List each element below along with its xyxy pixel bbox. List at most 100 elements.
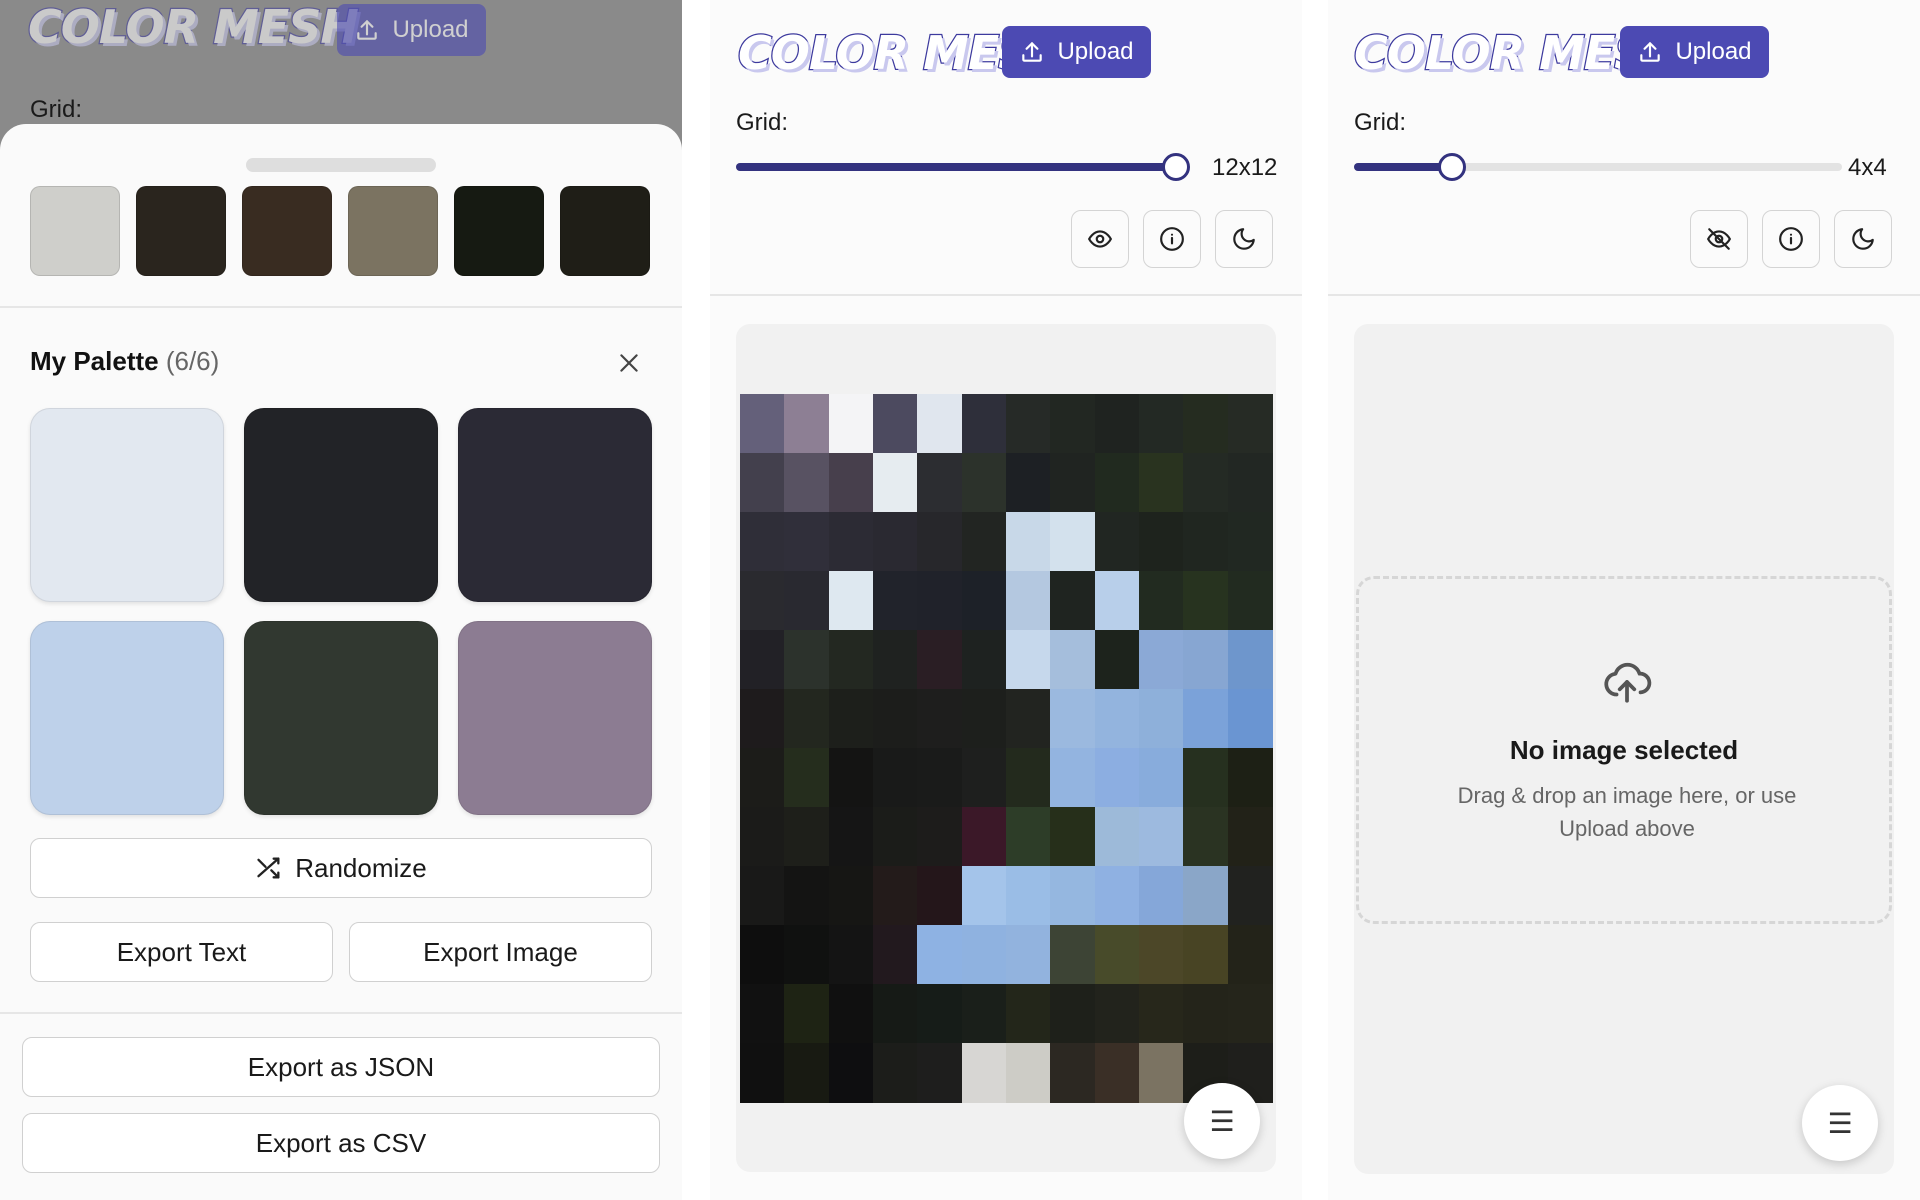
mosaic-cell	[1050, 1043, 1096, 1103]
mosaic-cell	[1006, 453, 1051, 513]
mosaic-cell	[828, 807, 874, 867]
mosaic-cell	[784, 866, 830, 926]
divider	[0, 1012, 682, 1014]
moon-icon	[1233, 228, 1255, 250]
upload-icon	[1022, 42, 1043, 62]
mosaic-cell	[917, 807, 963, 867]
randomize-button[interactable]: Randomize	[30, 838, 652, 898]
export-json-button[interactable]: Export as JSON	[22, 1037, 660, 1097]
mosaic-cell	[873, 571, 918, 631]
mosaic-cell	[1227, 630, 1273, 690]
mosaic-cell	[1183, 807, 1229, 867]
slider-fill	[1354, 163, 1452, 171]
mosaic-cell	[1139, 630, 1184, 690]
slider-fill	[736, 163, 1186, 171]
mosaic-cell	[873, 866, 918, 926]
mosaic-cell	[961, 1043, 1007, 1103]
toggle-visibility-button[interactable]	[1071, 210, 1129, 268]
extracted-swatch[interactable]	[30, 186, 120, 276]
extracted-swatch[interactable]	[348, 186, 438, 276]
slider-thumb[interactable]	[1162, 153, 1190, 181]
info-button[interactable]	[1143, 210, 1201, 268]
mosaic-cell	[1183, 512, 1229, 572]
toggle-visibility-button[interactable]	[1690, 210, 1748, 268]
palette-swatch[interactable]	[30, 621, 224, 815]
close-icon[interactable]	[616, 350, 642, 376]
export-csv-label: Export as CSV	[255, 1127, 427, 1158]
mosaic-cell	[961, 748, 1007, 808]
export-json-label: Export as JSON	[247, 1051, 435, 1082]
export-text-button[interactable]: Export Text	[30, 922, 333, 982]
mosaic-cell	[1227, 807, 1273, 867]
mosaic-cell	[873, 630, 918, 690]
palette-swatch[interactable]	[30, 408, 224, 602]
palette-swatch[interactable]	[244, 408, 438, 602]
mosaic-cell	[1050, 394, 1096, 454]
mosaic-cell	[784, 394, 830, 454]
mosaic-panel: COLOR MESH Upload Grid: 12x12 ☰	[710, 0, 1302, 1200]
mosaic-cell	[828, 984, 874, 1044]
mosaic-cell	[1183, 925, 1229, 985]
menu-fab[interactable]: ☰	[1184, 1083, 1260, 1159]
upload-button[interactable]: Upload	[1002, 26, 1151, 78]
palette-swatch[interactable]	[458, 621, 652, 815]
mosaic-cell	[828, 1043, 874, 1103]
mosaic-cell	[784, 984, 830, 1044]
export-text-label: Export Text	[116, 936, 247, 967]
eye-icon	[1087, 230, 1113, 248]
palette-swatch[interactable]	[458, 408, 652, 602]
mosaic-cell	[1094, 807, 1140, 867]
mosaic-cell	[1006, 394, 1051, 454]
mosaic-cell	[1139, 453, 1184, 513]
export-csv-button[interactable]: Export as CSV	[22, 1113, 660, 1173]
mosaic-cell	[784, 1043, 830, 1103]
mosaic-cell	[828, 866, 874, 926]
mosaic-cell	[917, 984, 963, 1044]
mosaic-cell	[828, 630, 874, 690]
mosaic-cell	[740, 689, 785, 749]
mosaic-cell	[917, 453, 963, 513]
menu-fab[interactable]: ☰	[1802, 1085, 1878, 1161]
extracted-swatch[interactable]	[560, 186, 650, 276]
panel-gap	[682, 0, 710, 1200]
grid-size-slider[interactable]	[1354, 153, 1842, 181]
theme-toggle-button[interactable]	[1834, 210, 1892, 268]
mosaic-cell	[1050, 748, 1096, 808]
mosaic-cell	[917, 748, 963, 808]
mosaic-cell	[784, 571, 830, 631]
image-canvas[interactable]	[736, 324, 1276, 1172]
extracted-swatch[interactable]	[136, 186, 226, 276]
app-logo: COLOR MESH	[27, 0, 360, 55]
extracted-swatch[interactable]	[454, 186, 544, 276]
grid-size-slider[interactable]	[736, 153, 1190, 181]
mosaic-cell	[1227, 748, 1273, 808]
export-image-label: Export Image	[423, 936, 578, 967]
mosaic-cell	[1227, 394, 1273, 454]
palette-swatch[interactable]	[244, 621, 438, 815]
mosaic-cell	[828, 453, 874, 513]
mosaic-cell	[1050, 689, 1096, 749]
slider-thumb[interactable]	[1437, 153, 1466, 181]
grid-value: 4x4	[1848, 154, 1887, 181]
upload-button[interactable]: Upload	[1620, 26, 1769, 78]
sheet-drag-handle[interactable]	[246, 158, 436, 172]
mosaic-cell	[1139, 394, 1184, 454]
divider	[0, 306, 682, 308]
upload-button[interactable]: Upload	[337, 4, 486, 56]
mosaic-cell	[1094, 394, 1140, 454]
info-button[interactable]	[1762, 210, 1820, 268]
mosaic-cell	[873, 689, 918, 749]
mosaic-cell	[1183, 453, 1229, 513]
mosaic-cell	[1227, 866, 1273, 926]
mosaic-cell	[1006, 807, 1051, 867]
mosaic-cell	[1094, 630, 1140, 690]
export-image-button[interactable]: Export Image	[349, 922, 652, 982]
drop-zone[interactable]: No image selected Drag & drop an image h…	[1356, 576, 1892, 924]
extracted-swatch[interactable]	[242, 186, 332, 276]
mosaic-cell	[740, 571, 785, 631]
theme-toggle-button[interactable]	[1215, 210, 1273, 268]
image-canvas: No image selected Drag & drop an image h…	[1354, 324, 1894, 1174]
palette-title: My Palette	[30, 346, 159, 376]
upload-button-label: Upload	[1057, 38, 1134, 65]
moon-icon	[1852, 228, 1874, 250]
